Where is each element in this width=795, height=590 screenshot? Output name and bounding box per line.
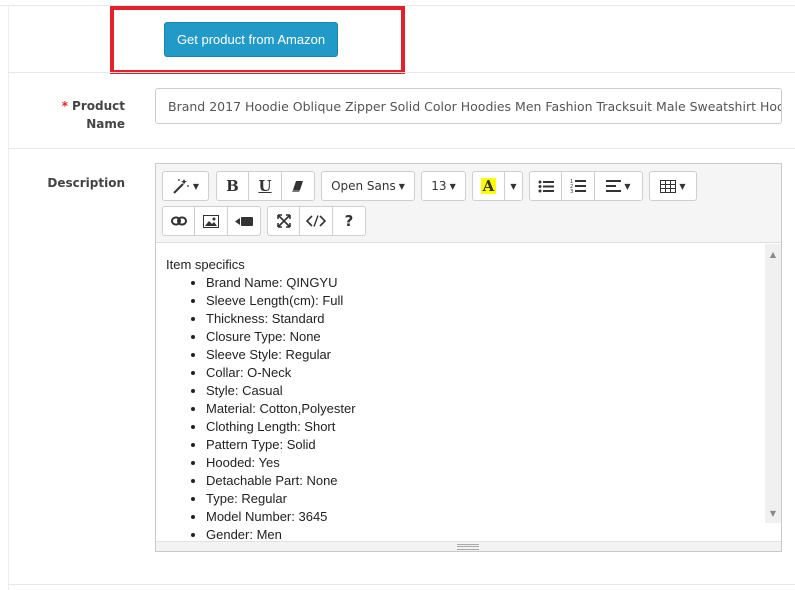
left-border <box>8 5 9 590</box>
font-family-dropdown[interactable]: Open Sans ▼ <box>321 171 415 201</box>
scroll-up-arrow-icon[interactable]: ▲ <box>765 247 781 261</box>
magic-wand-icon[interactable]: ▼ <box>162 171 209 201</box>
font-family-value: Open Sans <box>331 179 396 193</box>
insert-link-button[interactable] <box>162 206 195 236</box>
video-icon <box>235 216 253 226</box>
product-name-label-line1: Product <box>72 99 125 113</box>
row-divider <box>8 72 795 73</box>
chevron-down-icon: ▼ <box>679 181 686 191</box>
list-item: Type: Regular <box>206 490 756 508</box>
chevron-down-icon: ▼ <box>192 181 200 191</box>
paragraph-align-dropdown[interactable]: ▼ <box>595 171 643 201</box>
text-color-icon: A <box>480 177 497 195</box>
resize-grip-icon <box>457 544 479 550</box>
table-dropdown[interactable]: ▼ <box>649 171 697 201</box>
row-divider <box>8 148 795 149</box>
description-label: Description <box>47 176 125 190</box>
editor-toolbar: ▼ B U Open Sans ▼ 13 ▼ A ▼ 123 ▼ ▼ ? <box>156 164 781 243</box>
insert-picture-button[interactable] <box>195 206 228 236</box>
chevron-down-icon: ▼ <box>510 181 517 191</box>
list-item: Detachable Part: None <box>206 472 756 490</box>
table-icon <box>660 179 677 193</box>
item-specifics-list: Brand Name: QINGYU Sleeve Length(cm): Fu… <box>206 274 756 542</box>
list-item: Thickness: Standard <box>206 310 756 328</box>
editor-content-area[interactable]: Item specifics Brand Name: QINGYU Sleeve… <box>156 244 766 542</box>
svg-text:3: 3 <box>570 189 573 193</box>
insert-video-button[interactable] <box>228 206 261 236</box>
required-marker: * <box>61 99 69 113</box>
link-icon <box>170 216 187 226</box>
list-item: Sleeve Length(cm): Full <box>206 292 756 310</box>
list-item: Collar: O-Neck <box>206 364 756 382</box>
list-item: Model Number: 3645 <box>206 508 756 526</box>
bold-icon: B <box>226 177 239 195</box>
list-item: Sleeve Style: Regular <box>206 346 756 364</box>
chevron-down-icon: ▼ <box>624 181 631 191</box>
text-color-dropdown[interactable]: ▼ <box>505 171 523 201</box>
ordered-list-button[interactable]: 123 <box>562 171 595 201</box>
fullscreen-button[interactable] <box>267 206 300 236</box>
unordered-list-icon <box>538 180 554 192</box>
product-name-input[interactable]: Brand 2017 Hoodie Oblique Zipper Solid C… <box>155 88 782 124</box>
align-left-icon <box>606 180 622 192</box>
chevron-down-icon: ▼ <box>449 181 456 191</box>
get-product-from-amazon-button[interactable]: Get product from Amazon <box>164 22 338 57</box>
unordered-list-button[interactable] <box>529 171 562 201</box>
product-form: Get product from Amazon * Product Name Br… <box>0 0 795 590</box>
list-item: Style: Casual <box>206 382 756 400</box>
eraser-icon <box>292 181 303 192</box>
content-heading: Item specifics <box>166 257 245 272</box>
product-name-label: * Product Name <box>40 97 125 133</box>
chevron-down-icon: ▼ <box>398 181 405 191</box>
list-item: Closure Type: None <box>206 328 756 346</box>
font-size-value: 13 <box>431 179 447 193</box>
code-view-button[interactable] <box>300 206 333 236</box>
list-item: Pattern Type: Solid <box>206 436 756 454</box>
row-divider <box>8 584 795 585</box>
editor-resize-handle[interactable] <box>156 541 781 551</box>
underline-icon: U <box>258 177 272 195</box>
list-item: Gender: Men <box>206 526 756 542</box>
content-scrollbar[interactable]: ▲ ▼ <box>765 244 781 523</box>
bold-button[interactable]: B <box>216 171 249 201</box>
picture-icon <box>203 214 219 228</box>
text-color-button[interactable]: A <box>472 171 505 201</box>
ordered-list-icon: 123 <box>570 179 586 193</box>
underline-button[interactable]: U <box>249 171 282 201</box>
list-item: Clothing Length: Short <box>206 418 756 436</box>
eraser-button[interactable] <box>282 171 315 201</box>
fullscreen-icon <box>276 214 291 228</box>
description-editor: ▼ B U Open Sans ▼ 13 ▼ A ▼ 123 ▼ ▼ ? Ite… <box>155 163 782 552</box>
help-icon: ? <box>344 212 354 230</box>
font-size-dropdown[interactable]: 13 ▼ <box>421 171 466 201</box>
scroll-down-arrow-icon[interactable]: ▼ <box>765 506 781 520</box>
list-item: Brand Name: QINGYU <box>206 274 756 292</box>
list-item: Hooded: Yes <box>206 454 756 472</box>
list-item: Material: Cotton,Polyester <box>206 400 756 418</box>
help-button[interactable]: ? <box>333 206 366 236</box>
product-name-label-line2: Name <box>86 117 125 131</box>
code-view-icon <box>306 215 326 227</box>
